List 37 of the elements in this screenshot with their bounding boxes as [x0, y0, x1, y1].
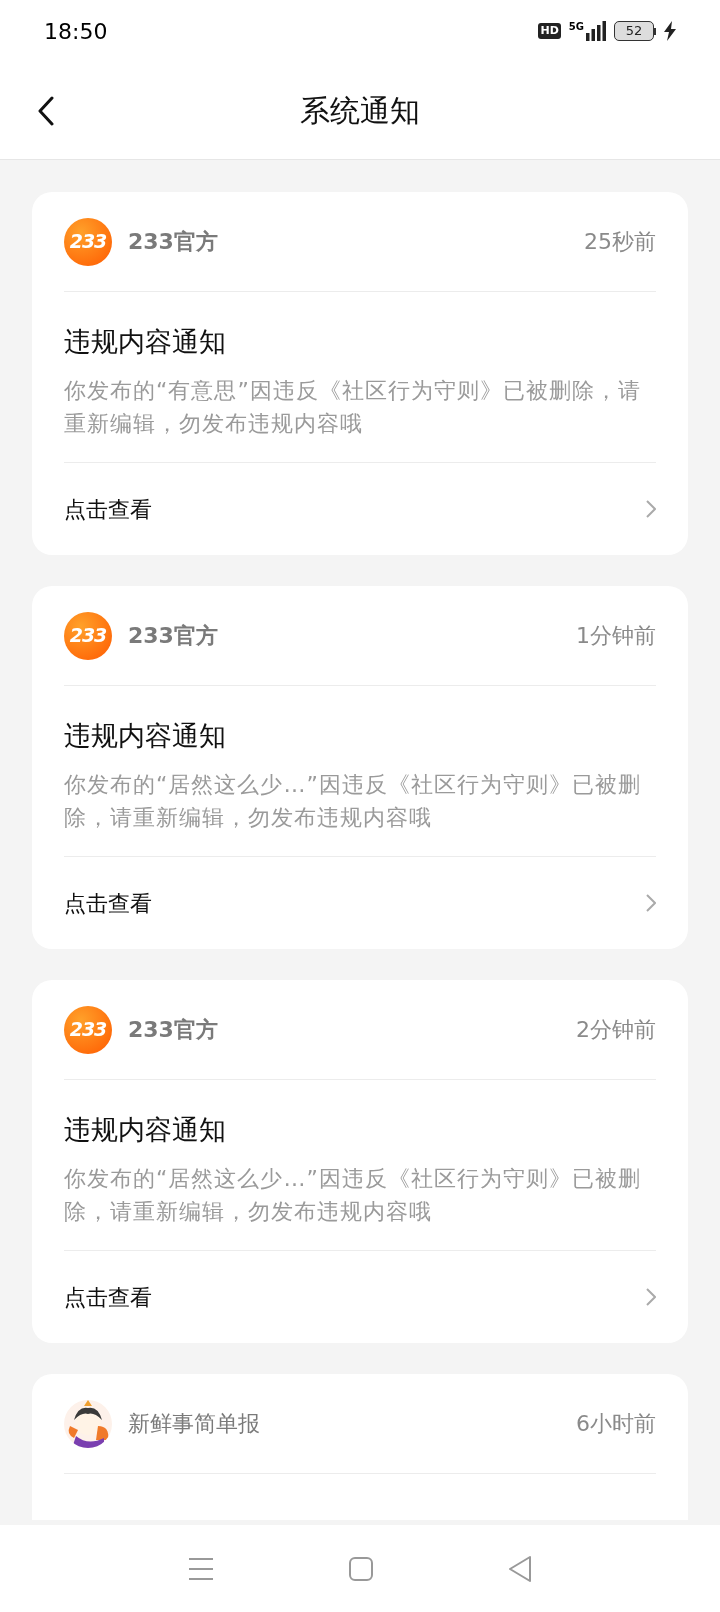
- logo-avatar: 233: [64, 217, 112, 266]
- chevron-icon: [646, 894, 656, 912]
- view-link[interactable]: 点击查看: [64, 463, 656, 555]
- notification-body: 你发布的“有意思”因违反《社区行为守则》已被删除，请重新编辑，勿发布违规内容哦: [64, 377, 642, 438]
- notification-title: 违规内容通知: [64, 1113, 227, 1147]
- notification-card[interactable]: 233 233官方 1分钟前 违规内容通知 你发布的“居然这么少…”因违反《社区行为守则》已被删除，请重新编辑，勿发布违规内容哦 点击查看: [32, 586, 688, 949]
- notification-time: 2分钟前: [576, 1016, 656, 1044]
- back-triangle-icon[interactable]: [508, 1555, 532, 1582]
- status-time: 18:50: [44, 17, 108, 46]
- notification-time: 6小时前: [576, 1410, 656, 1438]
- sender-name: 新鲜事简单报: [128, 1410, 260, 1438]
- view-link[interactable]: 点击查看: [64, 1251, 656, 1343]
- notification-body: 你发布的“居然这么少…”因违反《社区行为守则》已被删除，请重新编辑，勿发布违规内容哦: [64, 771, 642, 832]
- sender-name: 233官方: [128, 228, 218, 256]
- chevron-icon: [646, 1288, 656, 1306]
- battery-icon: 52: [614, 21, 656, 41]
- network-label: 5G: [568, 21, 584, 33]
- hd-badge: HD: [538, 23, 561, 39]
- notification-time: 1分钟前: [576, 622, 656, 650]
- view-link[interactable]: 点击查看: [64, 857, 656, 949]
- notification-time: 25秒前: [584, 228, 656, 256]
- page-title: 系统通知: [300, 92, 420, 130]
- sender-name: 233官方: [128, 622, 218, 650]
- sender-name: 233官方: [128, 1016, 218, 1044]
- notification-card[interactable]: 233 233官方 25秒前 违规内容通知 你发布的“有意思”因违反《社区行为守则》已被删除，请重新编辑，勿发布违规内容哦 点击查看: [32, 192, 688, 555]
- logo-avatar: 233: [64, 611, 112, 660]
- notification-title: 违规内容通知: [64, 719, 227, 753]
- back-icon[interactable]: [36, 96, 56, 126]
- menu-icon[interactable]: [188, 1556, 214, 1581]
- notification-title: 违规内容通知: [64, 325, 227, 359]
- notification-card[interactable]: 新鲜事简单报 6小时前: [32, 1374, 688, 1520]
- logo-avatar: 233: [64, 1005, 112, 1054]
- notification-card[interactable]: 233 233官方 2分钟前 违规内容通知 你发布的“居然这么少…”因违反《社区行为守则》已被删除，请重新编辑，勿发布违规内容哦 点击查看: [32, 980, 688, 1343]
- home-icon[interactable]: [349, 1556, 373, 1581]
- signal-icon: [586, 21, 606, 41]
- notification-body: 你发布的“居然这么少…”因违反《社区行为守则》已被删除，请重新编辑，勿发布违规内容哦: [64, 1165, 642, 1226]
- chevron-icon: [646, 500, 656, 518]
